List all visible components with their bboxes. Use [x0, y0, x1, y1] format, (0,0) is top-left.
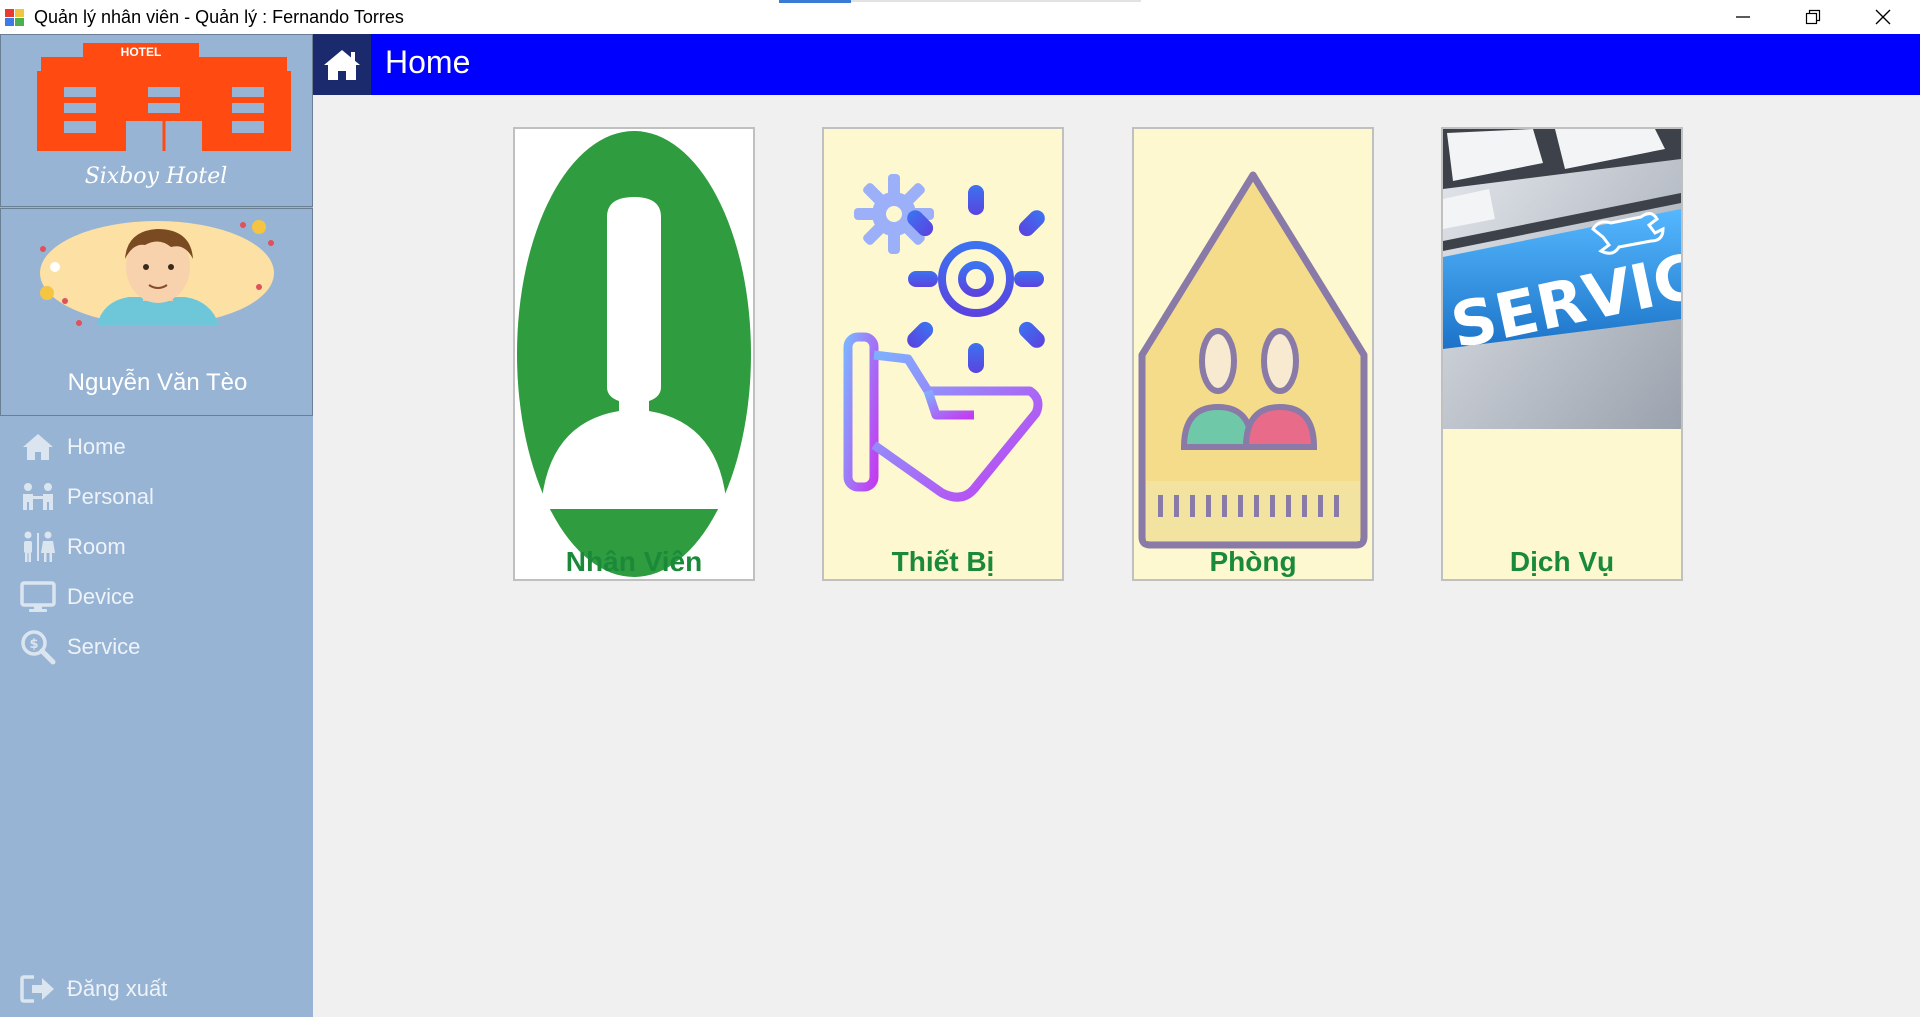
sidebar-item-label: Service [67, 634, 141, 659]
header-home-button[interactable] [313, 34, 371, 95]
logout-label: Đăng xuất [67, 976, 168, 1001]
user-profile-panel: Nguyễn Văn Tèo [0, 208, 313, 416]
sidebar-item-label: Device [67, 584, 135, 609]
hotel-logo-panel: HOTEL Sixboy Hotel [0, 34, 313, 207]
search-dollar-icon: $ [18, 627, 58, 667]
page-header: Home [313, 34, 1920, 95]
svg-text:HOTEL: HOTEL [121, 45, 162, 59]
monitor-icon [18, 577, 58, 617]
home-icon [324, 49, 360, 80]
titlebar-accent [779, 0, 851, 3]
service-keyboard-icon: SERVICE [1443, 129, 1681, 429]
people-icon [18, 477, 58, 517]
sidebar: HOTEL Sixboy Hotel Nguyễn Văn Tèo Home P… [0, 34, 313, 1017]
sign-out-icon [18, 969, 58, 1009]
tile-label: Dịch Vụ [1509, 546, 1615, 577]
sidebar-item-label: Personal [67, 484, 154, 509]
tile-label: Nhân Viên [565, 546, 703, 577]
minimize-icon [1736, 16, 1750, 18]
restroom-icon [18, 527, 58, 567]
sidebar-item-personal[interactable]: Personal [0, 472, 313, 522]
employee-icon [517, 131, 751, 577]
device-gear-hand-icon [843, 174, 1045, 502]
sidebar-item-label: Room [67, 534, 126, 559]
titlebar-accent-track [851, 0, 1141, 2]
tile-thiet-bi[interactable]: Thiết Bị [822, 127, 1064, 581]
restore-icon [1805, 9, 1821, 25]
user-avatar [40, 220, 274, 326]
sidebar-item-service[interactable]: $ Service [0, 622, 313, 672]
hotel-logo: HOTEL Sixboy Hotel [37, 43, 291, 189]
tile-nhan-vien[interactable]: Nhân Viên [513, 127, 755, 581]
svg-text:$: $ [29, 637, 38, 652]
sidebar-item-device[interactable]: Device [0, 572, 313, 622]
sidebar-item-home[interactable]: Home [0, 422, 313, 472]
sidebar-item-label: Home [67, 434, 126, 459]
tile-label: Thiết Bị [891, 546, 995, 577]
logout-button[interactable]: Đăng xuất [0, 964, 313, 1014]
close-icon [1875, 9, 1891, 25]
tile-phong[interactable]: Phòng [1132, 127, 1374, 581]
page-title: Home [385, 44, 471, 80]
sidebar-item-room[interactable]: Room [0, 522, 313, 572]
minimize-button[interactable] [1708, 0, 1778, 34]
home-icon [18, 427, 58, 467]
tile-dich-vu[interactable]: SERVICE Dịch Vụ [1441, 127, 1683, 581]
window-title: Quản lý nhân viên - Quản lý : Fernando T… [34, 6, 404, 27]
close-button[interactable] [1848, 0, 1918, 34]
app-icon [4, 6, 26, 28]
user-name: Nguyễn Văn Tèo [67, 369, 248, 396]
room-house-icon [1138, 171, 1368, 549]
window-titlebar: Quản lý nhân viên - Quản lý : Fernando T… [0, 0, 1920, 34]
tile-label: Phòng [1209, 546, 1297, 577]
svg-text:Sixboy Hotel: Sixboy Hotel [85, 164, 228, 189]
restore-button[interactable] [1778, 0, 1848, 34]
